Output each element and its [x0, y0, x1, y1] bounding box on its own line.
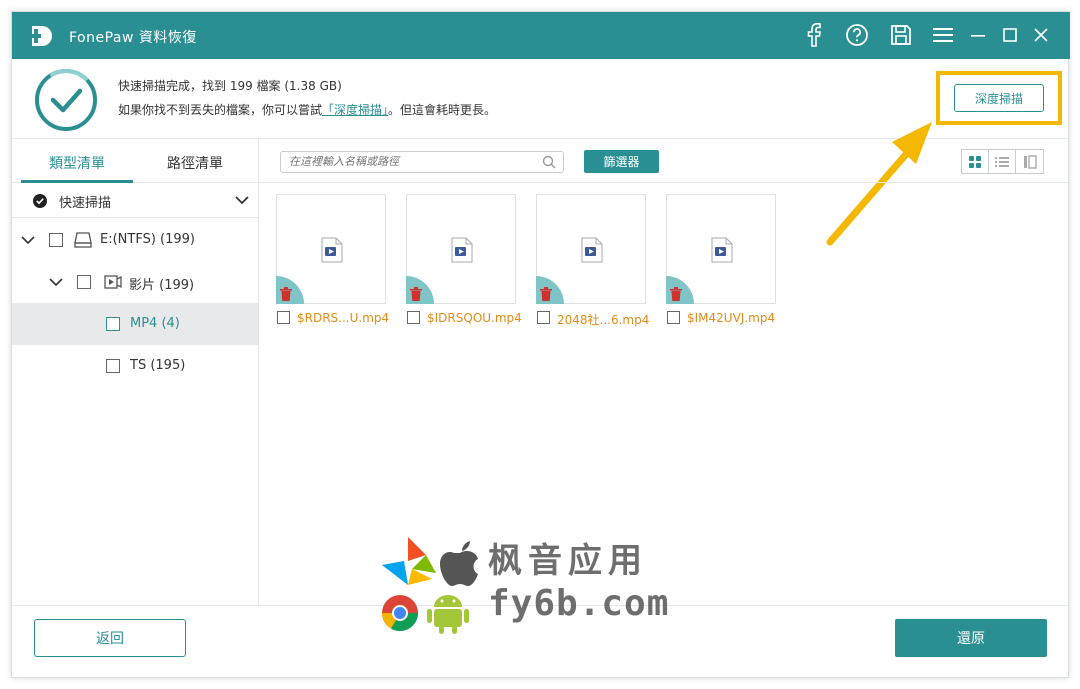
file-name: 2048社...6.mp4 — [557, 313, 650, 327]
video-file-icon — [581, 237, 603, 263]
trash-icon — [410, 287, 422, 301]
file-thumbnail[interactable] — [276, 194, 386, 304]
hint-suffix: 。但這會耗時更長。 — [388, 103, 497, 117]
close-icon[interactable] — [1028, 22, 1054, 48]
tree-item-label: E:(NTFS) (199) — [100, 232, 195, 247]
detail-view-button[interactable] — [1016, 150, 1043, 173]
deep-scan-link[interactable]: 「深度掃描」 — [322, 103, 388, 117]
sidebar-tabs: 類型清單 路徑清單 — [12, 139, 258, 183]
help-icon[interactable] — [844, 22, 870, 48]
tab-type-list[interactable]: 類型清單 — [49, 153, 105, 173]
back-button[interactable]: 返回 — [34, 619, 186, 657]
tree-item-video[interactable]: 影片 (199) — [12, 261, 258, 303]
drive-checkbox[interactable] — [49, 233, 63, 247]
search-icon[interactable] — [542, 155, 556, 169]
scan-mode-label: 快速掃描 — [59, 196, 112, 211]
tree-item-mp4[interactable]: MP4 (4) — [12, 303, 258, 345]
tree-item-label: MP4 (4) — [130, 316, 180, 331]
detail-view-icon — [1023, 154, 1037, 169]
scan-mode-selector[interactable]: 快速掃描 — [12, 183, 258, 218]
tree-item-drive[interactable]: E:(NTFS) (199) — [12, 219, 258, 261]
chevron-down-icon — [235, 196, 249, 205]
restore-button[interactable]: 還原 — [895, 619, 1047, 657]
search-input[interactable] — [289, 155, 529, 168]
facebook-icon[interactable] — [801, 22, 827, 48]
trash-icon — [540, 287, 552, 301]
grid-view-icon — [969, 155, 981, 168]
file-grid: $RDRS...U.mp4 $IDRSQOU.mp4 2048社...6.mp4 $I… — [260, 184, 1070, 604]
sidebar: 類型清單 路徑清單 快速掃描 E:(NTFS) (199) 影片 (199) M… — [12, 139, 259, 605]
tree-item-label: 影片 (199) — [129, 278, 195, 293]
video-file-icon — [321, 237, 343, 263]
search-box[interactable] — [280, 151, 564, 173]
check-circle-icon — [33, 194, 47, 208]
video-file-icon — [451, 237, 473, 263]
file-thumbnail[interactable] — [406, 194, 516, 304]
file-name: $IDRSQOU.mp4 — [427, 311, 522, 325]
view-mode-switcher — [961, 149, 1044, 174]
chevron-down-icon[interactable] — [21, 233, 35, 247]
file-thumbnail[interactable] — [666, 194, 776, 304]
chevron-down-icon[interactable] — [49, 275, 63, 289]
maximize-icon[interactable] — [997, 22, 1023, 48]
trash-icon — [280, 287, 292, 301]
tab-path-list[interactable]: 路徑清單 — [167, 153, 223, 173]
list-view-button[interactable] — [989, 150, 1016, 173]
menu-icon[interactable] — [930, 22, 956, 48]
trash-icon — [670, 287, 682, 301]
video-icon — [104, 275, 122, 289]
mp4-checkbox[interactable] — [106, 317, 120, 331]
app-title: FonePaw 資料恢復 — [69, 30, 197, 46]
list-view-icon — [995, 156, 1009, 167]
file-checkbox[interactable] — [537, 311, 550, 324]
title-bar: FonePaw 資料恢復 — [12, 12, 1070, 59]
file-checkbox[interactable] — [667, 311, 680, 324]
scan-summary-text: 快速掃描完成，找到 199 檔案 (1.38 GB) — [118, 79, 342, 93]
ts-checkbox[interactable] — [106, 359, 120, 373]
deleted-badge — [406, 276, 434, 304]
file-checkbox[interactable] — [407, 311, 420, 324]
file-toolbar: 篩選器 — [260, 139, 1070, 183]
save-icon[interactable] — [888, 22, 914, 48]
tree-item-ts[interactable]: TS (195) — [12, 345, 258, 387]
file-thumbnail[interactable] — [536, 194, 646, 304]
scan-complete-check-icon — [35, 69, 97, 131]
grid-view-button[interactable] — [962, 150, 989, 173]
fonepaw-logo-icon — [29, 26, 52, 46]
deleted-badge — [666, 276, 694, 304]
video-file-icon — [711, 237, 733, 263]
file-name: $RDRS...U.mp4 — [297, 311, 390, 325]
highlight-annotation-box — [936, 71, 1062, 125]
footer-bar: 返回 還原 — [12, 605, 1070, 679]
tree-item-label: TS (195) — [130, 358, 186, 373]
app-window: FonePaw 資料恢復 快速掃描完成，找到 199 檔案 (1.38 GB) … — [11, 11, 1070, 679]
minimize-icon[interactable] — [965, 22, 991, 48]
deleted-badge — [536, 276, 564, 304]
deleted-badge — [276, 276, 304, 304]
file-name: $IM42UVJ.mp4 — [687, 311, 776, 325]
hint-prefix: 如果你找不到丟失的檔案，你可以嘗試 — [118, 103, 323, 117]
file-checkbox[interactable] — [277, 311, 290, 324]
video-checkbox[interactable] — [77, 275, 91, 289]
drive-icon — [74, 232, 92, 248]
deep-scan-hint: 如果你找不到丟失的檔案，你可以嘗試「深度掃描」。但這會耗時更長。 — [118, 101, 496, 118]
filter-button[interactable]: 篩選器 — [584, 150, 659, 173]
